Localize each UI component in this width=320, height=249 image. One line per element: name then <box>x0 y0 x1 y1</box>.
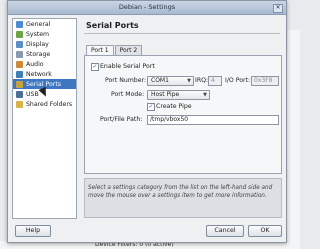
port-mode-value: Host Pipe <box>151 91 180 98</box>
sidebar-item-label: USB <box>26 90 39 98</box>
enable-serial-port-checkbox[interactable]: ✓ <box>91 63 99 71</box>
sidebar-item-label: Audio <box>26 60 44 68</box>
chip-icon <box>16 30 23 38</box>
io-port-label: I/O Port: <box>225 77 251 84</box>
port-number-value: COM1 <box>151 77 169 84</box>
sidebar-item-label: Network <box>26 70 52 78</box>
sidebar-item-label: Shared Folders <box>26 100 73 108</box>
port-path-input[interactable]: /tmp/vbox50 <box>147 115 279 125</box>
general-icon <box>16 20 23 28</box>
folder-icon <box>16 100 23 108</box>
title-divider <box>84 33 280 34</box>
io-port-field[interactable]: 0x3F8 <box>251 76 279 86</box>
port-tabs: Port 1 Port 2 <box>86 45 143 56</box>
monitor-icon <box>16 40 23 48</box>
sidebar-item-audio[interactable]: Audio <box>13 59 76 69</box>
page-title: Serial Ports <box>86 21 139 30</box>
sidebar-item-label: System <box>26 30 50 38</box>
settings-dialog: Debian - Settings ✕ General System Displ… <box>7 0 287 243</box>
category-list[interactable]: General System Display Storage Audio Net… <box>12 18 77 219</box>
close-window-button[interactable]: ✕ <box>273 4 283 13</box>
create-pipe-label: Create Pipe <box>156 103 192 110</box>
settings-panel: Serial Ports Port 1 Port 2 ✓ Enable Seri… <box>82 18 282 218</box>
sidebar-item-label: General <box>26 20 51 28</box>
sidebar-item-label: Storage <box>26 50 51 58</box>
sidebar-item-label: Display <box>26 40 49 48</box>
sidebar-item-shared-folders[interactable]: Shared Folders <box>13 99 76 109</box>
cancel-button[interactable]: Cancel <box>206 225 244 237</box>
window-title: Debian - Settings <box>118 3 176 11</box>
sidebar-item-general[interactable]: General <box>13 19 76 29</box>
port-number-select[interactable]: COM1 ▼ <box>147 76 194 86</box>
info-text: Select a settings category from the list… <box>88 185 273 199</box>
enable-serial-port-label: Enable Serial Port <box>100 63 155 70</box>
sidebar-item-storage[interactable]: Storage <box>13 49 76 59</box>
speaker-icon <box>16 60 23 68</box>
background-window <box>286 30 300 249</box>
port-settings: ✓ Enable Serial Port Port Number: COM1 ▼… <box>84 55 282 174</box>
create-pipe-checkbox[interactable]: ✓ <box>147 103 155 111</box>
port-mode-label: Port Mode: <box>111 91 145 98</box>
network-icon <box>16 70 23 78</box>
ok-button[interactable]: OK <box>248 225 282 237</box>
chevron-down-icon: ▼ <box>203 92 207 98</box>
disk-icon <box>16 50 23 58</box>
usb-icon <box>16 90 23 98</box>
sidebar-item-network[interactable]: Network <box>13 69 76 79</box>
info-panel: Select a settings category from the list… <box>84 178 282 218</box>
title-bar[interactable]: Debian - Settings ✕ <box>8 1 286 15</box>
port-number-label: Port Number: <box>105 77 147 84</box>
port-path-label: Port/File Path: <box>100 116 143 123</box>
serial-port-icon <box>16 80 23 88</box>
irq-field[interactable]: 4 <box>208 76 222 86</box>
help-button[interactable]: Help <box>15 225 51 237</box>
sidebar-item-display[interactable]: Display <box>13 39 76 49</box>
sidebar-item-system[interactable]: System <box>13 29 76 39</box>
chevron-down-icon: ▼ <box>187 78 191 84</box>
irq-label: IRQ: <box>195 77 209 84</box>
port-mode-select[interactable]: Host Pipe ▼ <box>147 90 210 100</box>
